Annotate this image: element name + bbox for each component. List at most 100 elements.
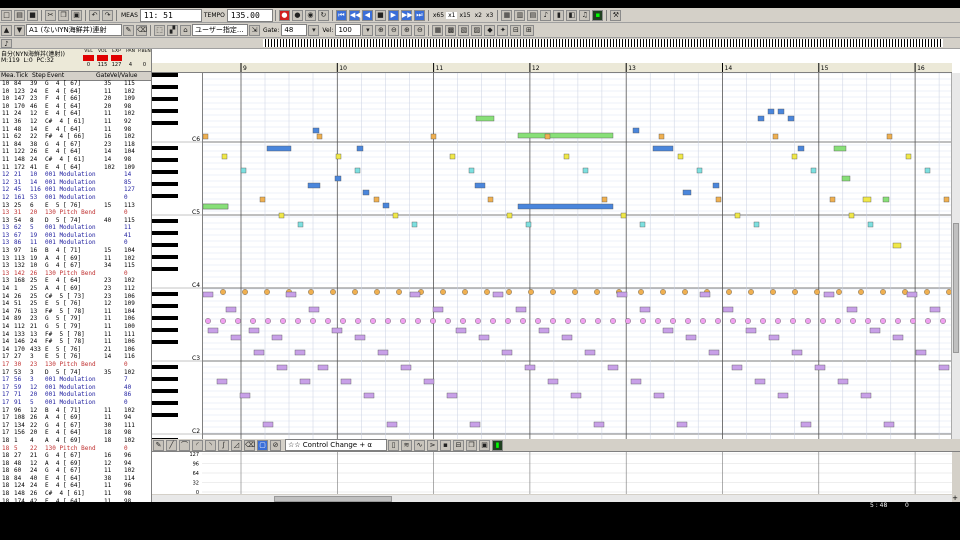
control-graph[interactable]: 127 96 64 32 0 [152,452,952,496]
eraser-icon[interactable]: ⌫ [136,24,147,36]
stop-icon[interactable]: ■ [374,9,386,21]
piano-keyboard[interactable]: C6 C5 C4 C3 C2 [152,73,203,439]
tempo-display[interactable]: 135.00 [226,8,273,22]
event-row[interactable]: 17 71 20 001 Modulation 86 [0,391,151,399]
layer-icon[interactable]: ▨ [471,24,483,36]
ctl-filter-icon[interactable]: ⊘ [270,439,281,451]
split-icon[interactable]: ⊟ [510,24,522,36]
display-mode-icon[interactable]: ⌂ [180,24,191,36]
zoom-icon[interactable]: ⇲ [249,24,260,36]
track-list-icon[interactable]: ▥ [514,9,526,21]
quant-x1[interactable]: x1 [446,11,458,19]
event-row[interactable]: 17 27 3 E 5 [ 76] 14 116 [0,353,151,361]
event-row[interactable]: 14 133 13 F# 5 [ 78] 11 111 [0,331,151,339]
staff-icon[interactable]: ♫ [579,9,591,21]
gate-field[interactable]: 48 [281,24,308,36]
prev-icon[interactable]: ◀ [361,9,373,21]
event-row[interactable]: 18 27 21 G 4 [ 67] 16 96 [0,452,151,460]
event-row[interactable]: 17 156 20 E 4 [ 64] 18 98 [0,429,151,437]
event-row[interactable]: 10 170 46 E 4 [ 64] 20 98 [0,103,151,111]
piano-roll-icon[interactable]: ▤ [527,9,539,21]
event-row[interactable]: 18 5 22 130 Pitch Bend 0 [0,445,151,453]
track-select[interactable]: A1 (ないIYN海鮮丼)連射 [26,24,122,36]
ctl-curve3-icon[interactable]: ◝ [205,439,216,451]
display-mode-select[interactable]: ユーザー指定... [192,24,248,36]
vertical-scrollbar[interactable] [951,73,960,439]
color-icon[interactable]: ◆ [484,24,496,36]
measure-ruler[interactable]: 9 10 11 12 13 14 15 16 [152,63,952,73]
ctl-paste-icon[interactable]: ▣ [479,439,490,451]
redo-icon[interactable]: ↷ [102,9,113,21]
event-row[interactable]: 17 96 12 B 4 [ 71] 11 102 [0,407,151,415]
event-row[interactable]: 13 62 5 001 Modulation 11 [0,224,151,232]
event-row[interactable]: 17 59 12 001 Modulation 40 [0,384,151,392]
track-up-icon[interactable]: ▲ [1,24,12,36]
event-row[interactable]: 12 31 14 001 Modulation 85 [0,179,151,187]
ctl-random-icon[interactable]: ∿ [414,439,425,451]
param-value-2[interactable]: 127 [110,62,123,68]
ctl-copy-icon[interactable]: ❐ [466,439,477,451]
event-row[interactable]: 14 76 13 F# 5 [ 78] 11 104 [0,308,151,316]
event-row[interactable]: 17 134 22 G 4 [ 67] 30 111 [0,422,151,430]
event-row[interactable]: 17 108 26 A 4 [ 69] 11 94 [0,414,151,422]
score-icon[interactable]: ♪ [540,9,552,21]
forward-icon[interactable]: ▶▶ [400,9,413,21]
rewind-icon[interactable]: ◀◀ [348,9,361,21]
event-row[interactable]: 13 31 20 130 Pitch Bend 0 [0,209,151,217]
snap-icon[interactable]: ▧ [458,24,470,36]
event-row[interactable]: 13 132 10 G 4 [ 67] 34 115 [0,262,151,270]
ctl-pencil-icon[interactable]: ✎ [153,439,164,451]
ctl-line-icon[interactable]: ╱ [166,439,177,451]
event-list[interactable]: 10 84 39 G 4 [ 67] 35 115 10 123 24 E 4 [ 64] 11 10… [0,80,151,510]
ctl-curve-icon[interactable]: ⌒ [179,439,190,451]
paste-icon[interactable]: ▣ [71,9,82,21]
select-icon[interactable]: ⬚ [154,24,165,36]
quant-x2[interactable]: x2 [473,12,484,19]
event-row[interactable]: 18 84 40 E 4 [ 64] 38 114 [0,475,151,483]
vel-field[interactable]: 100 [335,24,362,36]
event-row[interactable]: 13 113 19 A 4 [ 69] 11 102 [0,255,151,263]
event-row[interactable]: 11 122 26 E 4 [ 64] 14 104 [0,148,151,156]
event-row[interactable]: 13 54 8 D 5 [ 74] 40 115 [0,217,151,225]
ctl-select-icon[interactable]: ▢ [257,439,268,451]
undo-icon[interactable]: ↶ [89,9,100,21]
event-row[interactable]: 11 148 24 C# 4 [ 61] 14 98 [0,156,151,164]
param-value-0[interactable]: 0 [82,62,95,68]
event-row[interactable]: 14 89 23 G 5 [ 79] 11 106 [0,315,151,323]
param-value-1[interactable]: 115 [96,62,109,68]
track-down-icon[interactable]: ▼ [14,24,25,36]
event-row[interactable]: 13 67 19 001 Modulation 41 [0,232,151,240]
event-row[interactable]: 14 51 25 E 5 [ 76] 12 109 [0,300,151,308]
zoom-in-v-icon[interactable]: ⊕ [401,24,413,36]
ctl-monitor-icon[interactable]: ▮ [492,439,503,451]
record-step-icon[interactable]: ● [291,9,303,21]
save-icon[interactable]: ■ [27,9,38,21]
event-row[interactable]: 11 62 22 F# 4 [ 66] 16 102 [0,133,151,141]
ctl-sine-icon[interactable]: ∫ [218,439,229,451]
vel-spin-icon[interactable]: ▾ [362,24,374,36]
ctl-shift-icon[interactable]: ⊟ [453,439,464,451]
quant-x65[interactable]: x65 [431,12,446,19]
event-row[interactable]: 14 112 21 G 5 [ 79] 11 100 [0,323,151,331]
event-row[interactable]: 12 161 53 001 Modulation 0 [0,194,151,202]
event-row[interactable]: 13 97 16 B 4 [ 71] 15 104 [0,247,151,255]
ctl-curve2-icon[interactable]: ◜ [192,439,203,451]
forward-end-icon[interactable]: ⏭ [413,9,425,21]
event-row[interactable]: 12 21 10 001 Modulation 14 [0,171,151,179]
event-row[interactable]: 10 147 23 F 4 [ 66] 20 109 [0,95,151,103]
event-row[interactable]: 14 170 433 E 5 [ 76] 21 106 [0,346,151,354]
rewind-start-icon[interactable]: ⏮ [335,9,347,21]
event-row[interactable]: 17 56 3 001 Modulation 7 [0,376,151,384]
event-row[interactable]: 12 45 116 001 Modulation 127 [0,186,151,194]
ctl-erase-icon[interactable]: ⌫ [244,439,255,451]
event-row[interactable]: 17 30 23 130 Pitch Bend 0 [0,361,151,369]
gate-spin-icon[interactable]: ▾ [308,24,320,36]
ctl-scale-icon[interactable]: ≋ [401,439,412,451]
event-row[interactable]: 11 48 14 E 4 [ 64] 11 98 [0,126,151,134]
new-file-icon[interactable]: □ [1,9,12,21]
event-row[interactable]: 18 124 24 E 4 [ 64] 11 96 [0,482,151,490]
ctl-thin-icon[interactable]: ⋗ [427,439,438,451]
quant-x3[interactable]: x3 [484,12,495,19]
link-icon[interactable]: ⊞ [523,24,535,36]
mixer-icon[interactable]: ▮ [553,9,565,21]
